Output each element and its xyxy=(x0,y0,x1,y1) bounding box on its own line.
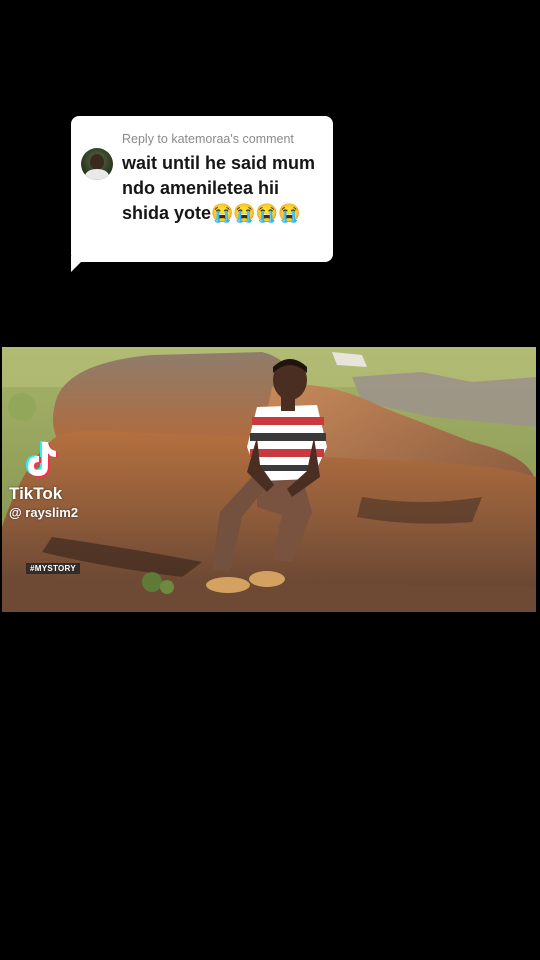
video-scene xyxy=(2,347,536,612)
video-frame[interactable] xyxy=(2,347,536,612)
reply-sticker-tail xyxy=(71,256,87,272)
tiktok-brand-label: TikTok xyxy=(9,484,63,503)
reply-header: Reply to katemoraa's comment xyxy=(122,132,294,146)
video-canvas[interactable]: Reply to katemoraa's comment wait until … xyxy=(0,0,540,960)
reply-comment-text: wait until he said mum ndo ameniletea hi… xyxy=(122,153,316,223)
reply-comment-sticker[interactable]: Reply to katemoraa's comment wait until … xyxy=(71,116,333,262)
tiktok-note-icon xyxy=(26,441,58,477)
creator-handle: @ rayslim2 xyxy=(9,505,79,520)
commenter-avatar xyxy=(81,148,113,180)
video-overlay-tag: #MYSTORY xyxy=(26,563,80,574)
